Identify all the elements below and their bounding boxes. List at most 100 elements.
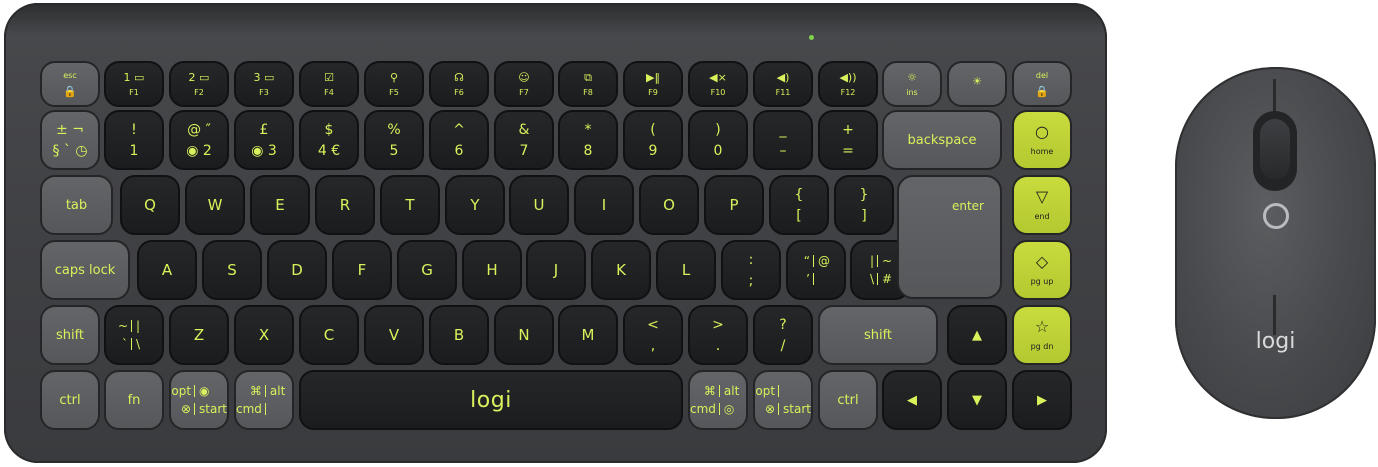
key-row1-14[interactable]: ☀ (947, 61, 1007, 107)
key-home[interactable]: ○ home (1012, 110, 1072, 170)
key-row1-3[interactable]: 3 ▭ F3 (234, 61, 294, 107)
key-comma[interactable]: <, (623, 305, 683, 365)
key-row1-8[interactable]: ⧉ F8 (558, 61, 618, 107)
key-row1-11[interactable]: ◀) F11 (753, 61, 813, 107)
key-l[interactable]: L (656, 240, 716, 300)
key-ctrl-right[interactable]: ctrl (818, 370, 878, 430)
key-row1-7[interactable]: ☺ F7 (494, 61, 554, 107)
key-bracket-right[interactable]: }] (834, 175, 894, 235)
key-label: pg dn (1030, 342, 1054, 351)
key-row1-13[interactable]: ☼ ins (882, 61, 942, 107)
key-row1-15[interactable]: del 🔒 (1012, 61, 1072, 107)
key-shift-right[interactable]: shift (818, 305, 938, 365)
key-num-11[interactable]: _ – (753, 110, 813, 170)
key-s[interactable]: S (202, 240, 262, 300)
key-cmd-left[interactable]: ⌘ alt cmd (234, 370, 294, 430)
scroll-wheel[interactable] (1260, 119, 1290, 179)
key-num-3[interactable]: £ ◉ 3 (234, 110, 294, 170)
key-n[interactable]: N (494, 305, 554, 365)
key-row1-12[interactable]: ◀)) F12 (818, 61, 878, 107)
key-label: F6 (454, 87, 464, 97)
key-v[interactable]: V (364, 305, 424, 365)
key-o[interactable]: O (639, 175, 699, 235)
key-cmd-right[interactable]: ⌘ alt cmd ◎ (688, 370, 748, 430)
key-pg-dn[interactable]: ☆ pg dn (1012, 305, 1072, 365)
key-space[interactable]: logi (299, 370, 683, 430)
key-semicolon[interactable]: :; (721, 240, 781, 300)
key-row1-6[interactable]: ☊ F6 (429, 61, 489, 107)
key-a[interactable]: A (137, 240, 197, 300)
key-row1-2[interactable]: 2 ▭ F2 (169, 61, 229, 107)
key-legend: $4 € (318, 123, 340, 158)
key-h[interactable]: H (462, 240, 522, 300)
key-row1-1[interactable]: 1 ▭ F1 (104, 61, 164, 107)
key-opt-left[interactable]: opt ◉ ⊗ start (169, 370, 229, 430)
key-num-7[interactable]: & 7 (494, 110, 554, 170)
key-g[interactable]: G (397, 240, 457, 300)
key-slash[interactable]: ? / (753, 305, 813, 365)
key-legend: opt ◉ ⊗ start (171, 385, 227, 415)
key-label: ⧉ (584, 70, 592, 84)
key-num-10[interactable]: ) 0 (688, 110, 748, 170)
key-legend: ◇ pg up (1031, 254, 1054, 286)
key-fn[interactable]: fn (104, 370, 164, 430)
key-arrow-up[interactable]: ▲ (947, 305, 1007, 365)
key-u[interactable]: U (509, 175, 569, 235)
key-c[interactable]: C (299, 305, 359, 365)
key-period[interactable]: >. (688, 305, 748, 365)
key-caps-lock[interactable]: caps lock (40, 240, 130, 300)
key-tilde[interactable]: ~ | ` \ (104, 305, 164, 365)
key-e[interactable]: E (250, 175, 310, 235)
key-z[interactable]: Z (169, 305, 229, 365)
key-label: ▼ (972, 392, 982, 408)
key-label: ◇ (1035, 252, 1049, 271)
key-quote[interactable]: “ @ ’ (786, 240, 846, 300)
key-num-0[interactable]: ± ¬ § ` ◷ (40, 110, 100, 170)
key-num-12[interactable]: + = (818, 110, 878, 170)
key-b[interactable]: B (429, 305, 489, 365)
key-shift-left[interactable]: shift (40, 305, 100, 365)
key-label: ☼ (907, 70, 917, 84)
key-row1-5[interactable]: ⚲ F5 (364, 61, 424, 107)
key-num-2[interactable]: @ ″ ◉ 2 (169, 110, 229, 170)
key-i[interactable]: I (574, 175, 634, 235)
key-legend: <, (647, 318, 659, 353)
key-num-6[interactable]: ^ 6 (429, 110, 489, 170)
key-legend: ⧉ F8 (583, 72, 593, 97)
key-row1-0[interactable]: esc 🔒 (40, 61, 100, 107)
key-tab[interactable]: tab (40, 175, 113, 235)
key-j[interactable]: J (526, 240, 586, 300)
key-t[interactable]: T (380, 175, 440, 235)
key-d[interactable]: D (267, 240, 327, 300)
key-m[interactable]: M (558, 305, 618, 365)
key-k[interactable]: K (591, 240, 651, 300)
key-row1-9[interactable]: ▶‖ F9 (623, 61, 683, 107)
key-pg-up[interactable]: ◇ pg up (1012, 240, 1072, 300)
key-arrow-down[interactable]: ▼ (947, 370, 1007, 430)
key-num-9[interactable]: (9 (623, 110, 683, 170)
key-end[interactable]: ▽ end (1012, 175, 1072, 235)
key-bracket-left[interactable]: {[ (769, 175, 829, 235)
key-row1-4[interactable]: ☑ F4 (299, 61, 359, 107)
key-r[interactable]: R (315, 175, 375, 235)
key-q[interactable]: Q (120, 175, 180, 235)
key-opt-right[interactable]: opt ⊗ start (753, 370, 813, 430)
key-arrow-left[interactable]: ◀ (882, 370, 942, 430)
key-x[interactable]: X (234, 305, 294, 365)
key-legend: ○ home (1031, 124, 1054, 156)
key-p[interactable]: P (704, 175, 764, 235)
key-num-4[interactable]: $4 € (299, 110, 359, 170)
key-num-5[interactable]: % 5 (364, 110, 424, 170)
key-ctrl-left[interactable]: ctrl (40, 370, 100, 430)
key-row1-10[interactable]: ◀× F10 (688, 61, 748, 107)
key-num-1[interactable]: ! 1 (104, 110, 164, 170)
key-num-8[interactable]: * 8 (558, 110, 618, 170)
emoji-button-icon[interactable] (1263, 203, 1289, 229)
key-w[interactable]: W (185, 175, 245, 235)
key-backspace[interactable]: backspace (882, 110, 1002, 170)
key-f[interactable]: F (332, 240, 392, 300)
key-enter[interactable]: enter (897, 175, 1002, 299)
key-arrow-right[interactable]: ▶ (1012, 370, 1072, 430)
key-legend: £ ◉ 3 (251, 123, 277, 158)
key-y[interactable]: Y (445, 175, 505, 235)
